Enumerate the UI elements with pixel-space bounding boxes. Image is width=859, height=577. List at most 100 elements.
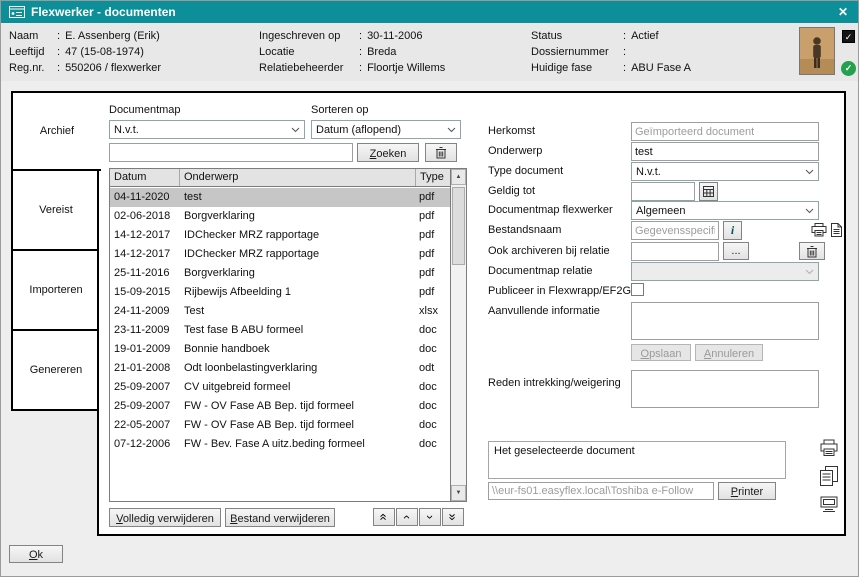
- info-button[interactable]: i: [723, 221, 742, 240]
- cell-datum: 04-11-2020: [110, 188, 180, 207]
- zoeken-button[interactable]: Zoeken: [357, 143, 419, 162]
- ok-button[interactable]: Ok: [9, 545, 63, 563]
- calendar-button[interactable]: [699, 182, 718, 201]
- chevron-down-icon: [447, 127, 456, 133]
- status-ok-icon: ✓: [841, 61, 856, 76]
- field-label: Huidige fase: [531, 62, 623, 74]
- printer-button[interactable]: Printer: [718, 482, 776, 500]
- table-row[interactable]: 02-06-2018 Borgverklaring pdf: [110, 207, 451, 226]
- cell-type: pdf: [415, 283, 451, 302]
- header-info: Naam:E. Assenberg (Erik) Leeftijd:47 (15…: [1, 23, 858, 81]
- close-button[interactable]: ✕: [836, 5, 850, 19]
- table-row[interactable]: 04-11-2020 test pdf: [110, 188, 451, 207]
- table-row[interactable]: 15-09-2015 Rijbewijs Afbeelding 1 pdf: [110, 283, 451, 302]
- bestand-verwijderen-button[interactable]: Bestand verwijderen: [225, 508, 335, 527]
- publiceer-label: Publiceer in Flexwrapp/EF2GO: [488, 285, 640, 297]
- herkomst-label: Herkomst: [488, 125, 535, 137]
- cell-type: odt: [415, 359, 451, 378]
- field-value: 550206 / flexwerker: [65, 62, 161, 74]
- table-row[interactable]: 19-01-2009 Bonnie handboek doc: [110, 340, 451, 359]
- table-row[interactable]: 21-01-2008 Odt loonbelastingverklaring o…: [110, 359, 451, 378]
- herkomst-input: [631, 122, 819, 141]
- table-scrollbar[interactable]: ▲ ▼: [450, 169, 466, 501]
- document-table: Datum Onderwerp Type 04-11-2020 test pdf…: [109, 168, 467, 502]
- browse-button[interactable]: ...: [723, 242, 749, 260]
- scroll-up-icon: ▲: [456, 174, 462, 180]
- column-header-type[interactable]: Type: [416, 169, 452, 186]
- type-document-select[interactable]: N.v.t.: [631, 162, 819, 181]
- chevron-up-icon: ‹: [402, 515, 412, 519]
- nav-down-button[interactable]: ›: [419, 508, 441, 526]
- column-header-datum[interactable]: Datum: [110, 169, 180, 186]
- geldig-tot-label: Geldig tot: [488, 185, 535, 197]
- table-row[interactable]: 25-09-2007 FW - OV Fase AB Bep. tijd for…: [110, 397, 451, 416]
- cell-type: doc: [415, 378, 451, 397]
- table-row[interactable]: 23-11-2009 Test fase B ABU formeel doc: [110, 321, 451, 340]
- tab-archief[interactable]: Archief: [11, 91, 101, 171]
- documentmap-flexwerker-select[interactable]: Algemeen: [631, 201, 819, 220]
- nav-last-button[interactable]: »: [442, 508, 464, 526]
- cell-onderwerp: Test: [180, 302, 415, 321]
- close-icon: ✕: [838, 5, 848, 19]
- sorteren-select[interactable]: Datum (aflopend): [311, 120, 461, 139]
- cell-datum: 07-12-2006: [110, 435, 180, 454]
- print-device-icon: [819, 495, 839, 513]
- table-row[interactable]: 25-09-2007 CV uitgebreid formeel doc: [110, 378, 451, 397]
- print-document-button[interactable]: [809, 220, 829, 240]
- cell-type: doc: [415, 340, 451, 359]
- table-row[interactable]: 22-05-2007 FW - OV Fase AB Bep. tijd for…: [110, 416, 451, 435]
- opslaan-button[interactable]: Opslaan: [631, 344, 691, 361]
- aanvullende-informatie-textarea[interactable]: [631, 302, 819, 340]
- nav-up-button[interactable]: ‹: [396, 508, 418, 526]
- ook-archiveren-input[interactable]: [631, 242, 719, 261]
- clear-search-button[interactable]: [425, 143, 457, 162]
- new-document-button[interactable]: [828, 220, 844, 240]
- annuleren-button[interactable]: Annuleren: [695, 344, 763, 361]
- field-value: Breda: [367, 46, 396, 58]
- cell-datum: 15-09-2015: [110, 283, 180, 302]
- field-label: Locatie: [259, 46, 359, 58]
- publiceer-checkbox[interactable]: [631, 283, 644, 296]
- cell-type: pdf: [415, 264, 451, 283]
- field-label: Relatiebeheerder: [259, 62, 359, 74]
- delete-relatie-archief-button[interactable]: [799, 242, 825, 260]
- cell-datum: 25-11-2016: [110, 264, 180, 283]
- bestandsnaam-input: [631, 221, 719, 240]
- chevron-down-icon: [805, 269, 814, 275]
- trash-icon: [435, 146, 447, 159]
- nav-first-button[interactable]: «: [373, 508, 395, 526]
- field-label: Leeftijd: [9, 46, 57, 58]
- document-table-body: 04-11-2020 test pdf 02-06-2018 Borgverkl…: [110, 188, 451, 501]
- scroll-thumb[interactable]: [452, 187, 465, 265]
- cell-datum: 14-12-2017: [110, 226, 180, 245]
- documentmap-select[interactable]: N.v.t.: [109, 120, 305, 139]
- table-row[interactable]: 25-11-2016 Borgverklaring pdf: [110, 264, 451, 283]
- column-header-onderwerp[interactable]: Onderwerp: [180, 169, 416, 186]
- print-preview-button[interactable]: [815, 435, 843, 461]
- tab-vereist[interactable]: Vereist: [11, 169, 99, 251]
- table-row[interactable]: 14-12-2017 IDChecker MRZ rapportage pdf: [110, 245, 451, 264]
- documentmap-relatie-label: Documentmap relatie: [488, 265, 593, 277]
- table-header: Datum Onderwerp Type: [110, 169, 451, 187]
- onderwerp-label: Onderwerp: [488, 145, 542, 157]
- scroll-down-button[interactable]: ▼: [451, 485, 466, 501]
- tab-importeren[interactable]: Importeren: [11, 249, 99, 331]
- reden-textarea[interactable]: [631, 370, 819, 408]
- table-row[interactable]: 07-12-2006 FW - Bev. Fase A uitz.beding …: [110, 435, 451, 454]
- onderwerp-input[interactable]: [631, 142, 819, 161]
- cell-datum: 02-06-2018: [110, 207, 180, 226]
- geldig-tot-input[interactable]: [631, 182, 695, 201]
- search-input[interactable]: [109, 143, 353, 162]
- cell-type: pdf: [415, 188, 451, 207]
- document-stack-button[interactable]: [815, 463, 843, 489]
- table-row[interactable]: 24-11-2009 Test xlsx: [110, 302, 451, 321]
- tab-genereren[interactable]: Genereren: [11, 329, 99, 411]
- info-icon: i: [731, 223, 734, 238]
- table-row[interactable]: 14-12-2017 IDChecker MRZ rapportage pdf: [110, 226, 451, 245]
- field-label: Reg.nr.: [9, 62, 57, 74]
- photo-checkbox[interactable]: ✓: [842, 30, 855, 43]
- volledig-verwijderen-button[interactable]: Volledig verwijderen: [109, 508, 221, 527]
- cell-type: doc: [415, 397, 451, 416]
- scroll-up-button[interactable]: ▲: [451, 169, 466, 185]
- print-output-button[interactable]: [815, 491, 843, 517]
